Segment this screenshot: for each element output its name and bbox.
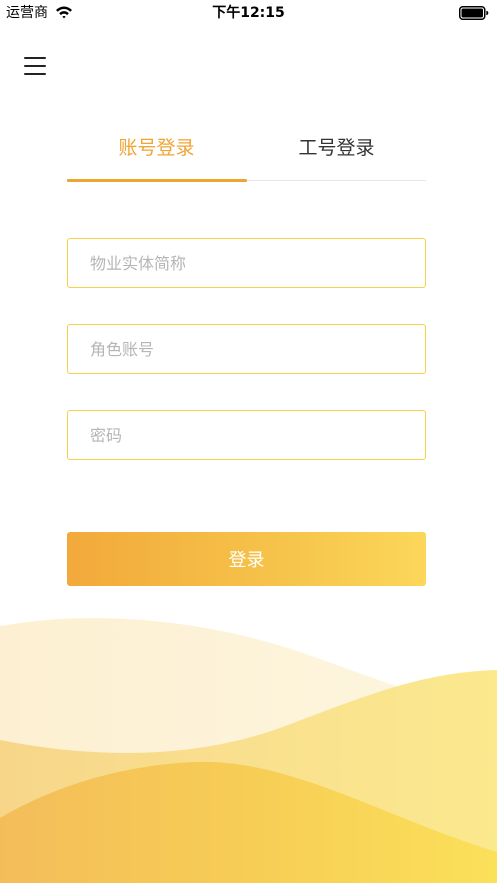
status-bar: 运营商 下午12:15 [0,0,497,26]
password-input[interactable] [68,411,425,459]
hamburger-menu-icon[interactable] [22,54,48,78]
entity-name-input[interactable] [68,239,425,287]
menu-line-top [24,57,46,59]
battery-full-icon [459,6,489,20]
login-button[interactable]: 登录 [67,532,426,586]
password-field [67,410,426,460]
menu-line-middle [24,65,46,67]
login-tabs: 账号登录 工号登录 [67,126,426,184]
decorative-waves [0,618,497,883]
menu-line-bottom [24,73,46,75]
active-tab-indicator [67,179,247,182]
tab-employee-login[interactable]: 工号登录 [247,126,426,170]
tab-account-login[interactable]: 账号登录 [67,126,246,170]
clock: 下午12:15 [212,5,285,21]
role-account-field [67,324,426,374]
role-account-input[interactable] [68,325,425,373]
entity-name-field [67,238,426,288]
